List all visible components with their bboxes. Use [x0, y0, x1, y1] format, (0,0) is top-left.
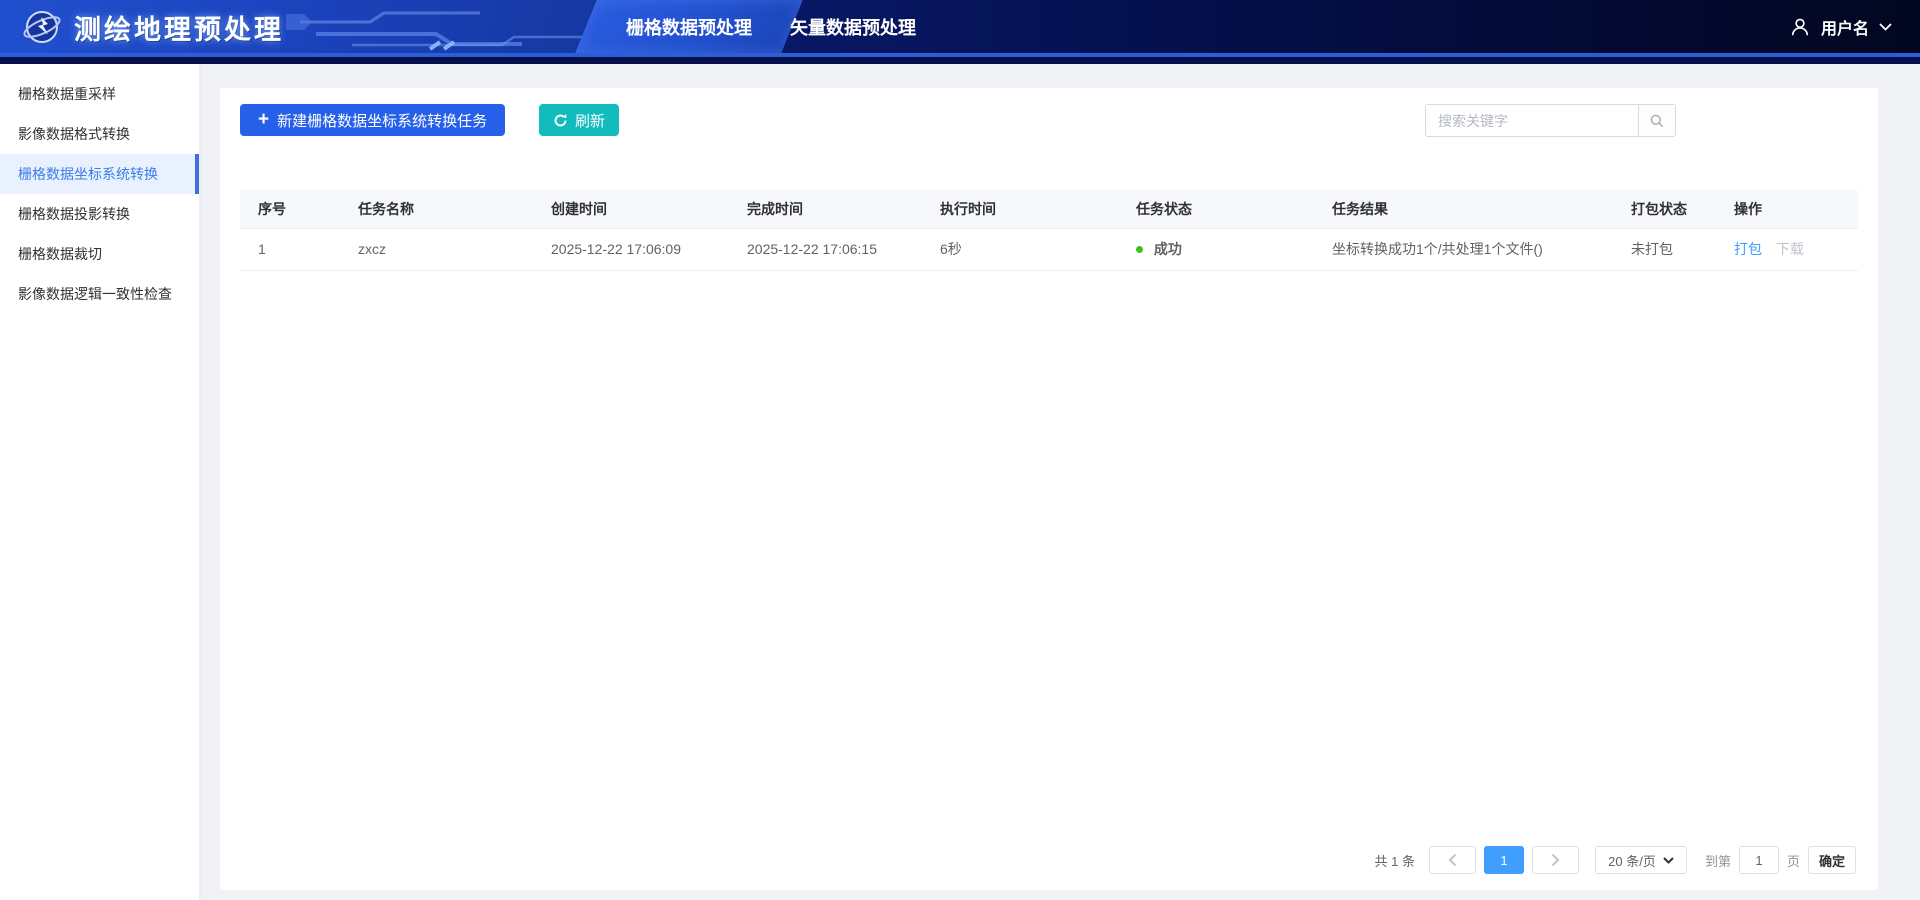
sidebar-item-coord-convert[interactable]: 栅格数据坐标系统转换: [0, 154, 199, 194]
package-link[interactable]: 打包: [1734, 241, 1762, 257]
col-actions: 操作: [1716, 190, 1858, 228]
status-dot-icon: [1136, 246, 1143, 253]
sidebar-item-clip[interactable]: 栅格数据裁切: [0, 234, 199, 274]
cell-package-status: 未打包: [1613, 228, 1716, 270]
page-size-select[interactable]: 20 条/页: [1595, 846, 1687, 874]
search-icon: [1649, 113, 1665, 129]
chevron-left-icon: [1448, 853, 1457, 867]
content-card: + 新建栅格数据坐标系统转换任务 刷新: [220, 88, 1878, 890]
cell-result: 坐标转换成功1个/共处理1个文件(): [1314, 228, 1613, 270]
table-header-row: 序号 任务名称 创建时间 完成时间 执行时间 任务状态 任务结果 打包状态 操作: [240, 190, 1858, 228]
cell-created: 2025-12-22 17:06:09: [533, 228, 729, 270]
pagination: 共 1 条 1 20 条/页 到第 页 确定: [1375, 846, 1857, 874]
app-title: 测绘地理预处理: [74, 8, 284, 47]
refresh-icon: [553, 113, 568, 128]
sidebar-item-projection-convert[interactable]: 栅格数据投影转换: [0, 194, 199, 234]
sidebar-nav: 栅格数据重采样 影像数据格式转换 栅格数据坐标系统转换 栅格数据投影转换 栅格数…: [0, 64, 200, 900]
cell-index: 1: [240, 228, 340, 270]
table-row: 1 zxcz 2025-12-22 17:06:09 2025-12-22 17…: [240, 228, 1858, 270]
app-header: 测绘地理预处理 栅格数据预处理 矢量数据预处理 用户名: [0, 0, 1920, 53]
refresh-button[interactable]: 刷新: [539, 104, 619, 136]
col-package-status: 打包状态: [1613, 190, 1716, 228]
tab-vector-preprocess[interactable]: 矢量数据预处理: [758, 0, 948, 53]
select-chevron-down-icon: [1663, 857, 1674, 864]
goto-prefix-label: 到第: [1705, 851, 1731, 870]
user-name: 用户名: [1821, 15, 1869, 39]
user-icon: [1789, 16, 1811, 38]
goto-suffix-label: 页: [1787, 851, 1800, 870]
toolbar: + 新建栅格数据坐标系统转换任务 刷新: [240, 104, 1858, 137]
col-status: 任务状态: [1118, 190, 1314, 228]
col-index: 序号: [240, 190, 340, 228]
prev-page-button[interactable]: [1429, 846, 1476, 874]
col-result: 任务结果: [1314, 190, 1613, 228]
chevron-right-icon: [1551, 853, 1560, 867]
sidebar-item-resample[interactable]: 栅格数据重采样: [0, 74, 199, 114]
page-number-button[interactable]: 1: [1484, 846, 1524, 874]
task-table: 序号 任务名称 创建时间 完成时间 执行时间 任务状态 任务结果 打包状态 操作…: [240, 190, 1858, 271]
next-page-button[interactable]: [1532, 846, 1579, 874]
col-finished: 完成时间: [729, 190, 922, 228]
main-area: + 新建栅格数据坐标系统转换任务 刷新: [200, 64, 1920, 900]
header-navy-strip: [0, 57, 1920, 64]
plus-icon: +: [258, 110, 269, 129]
new-task-button[interactable]: + 新建栅格数据坐标系统转换任务: [240, 104, 505, 136]
cell-status: 成功: [1118, 228, 1314, 270]
cell-task-name: zxcz: [340, 228, 533, 270]
sidebar-item-consistency-check[interactable]: 影像数据逻辑一致性检查: [0, 274, 199, 314]
logo-icon: [22, 7, 62, 47]
goto-page-input[interactable]: [1739, 846, 1779, 874]
cell-actions: 打包 下载: [1716, 228, 1858, 270]
user-menu[interactable]: 用户名: [1789, 0, 1892, 53]
search-group: [1425, 104, 1676, 137]
sidebar-item-format-convert[interactable]: 影像数据格式转换: [0, 114, 199, 154]
search-input[interactable]: [1426, 105, 1638, 136]
col-task-name: 任务名称: [340, 190, 533, 228]
col-duration: 执行时间: [922, 190, 1118, 228]
pagination-total: 共 1 条: [1375, 851, 1415, 870]
search-button[interactable]: [1638, 105, 1675, 136]
download-link: 下载: [1776, 241, 1804, 257]
cell-duration: 6秒: [922, 228, 1118, 270]
brand: 测绘地理预处理: [22, 7, 284, 47]
chevron-down-icon: [1879, 23, 1892, 31]
col-created: 创建时间: [533, 190, 729, 228]
cell-finished: 2025-12-22 17:06:15: [729, 228, 922, 270]
goto-confirm-button[interactable]: 确定: [1808, 846, 1856, 874]
